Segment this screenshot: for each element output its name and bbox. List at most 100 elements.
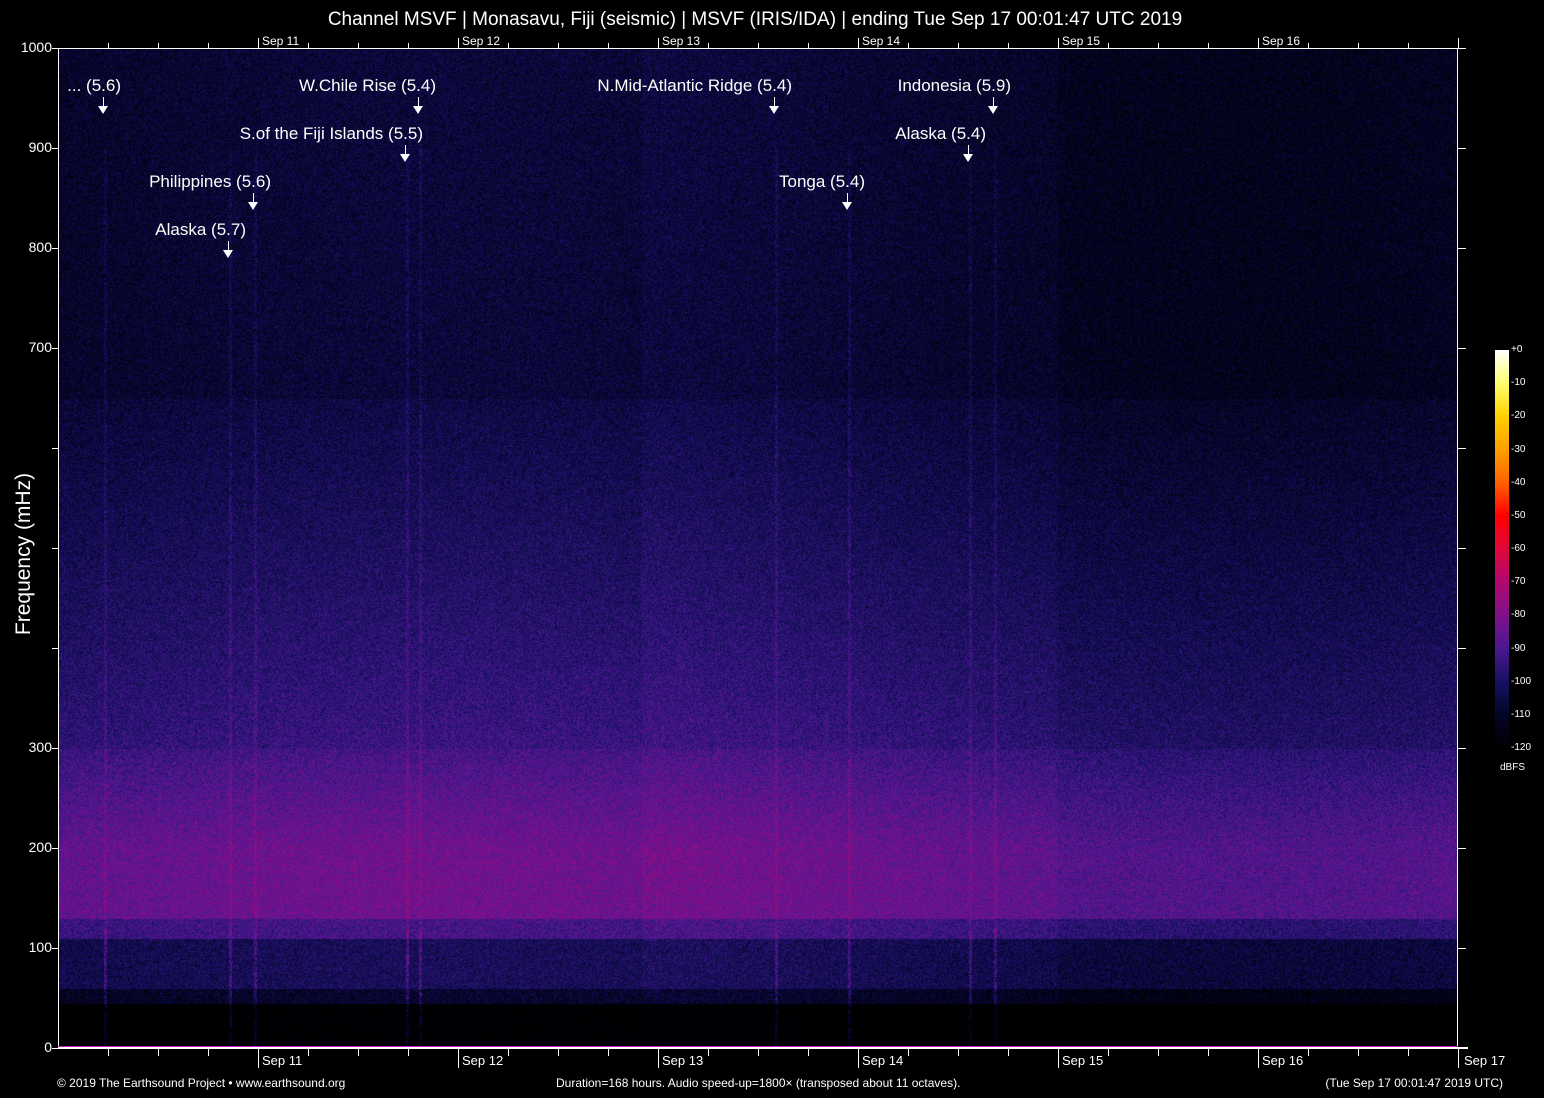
y-tick-left — [52, 748, 58, 749]
day-label-top: Sep 12 — [462, 34, 500, 48]
colorbar-tick-label: -100 — [1511, 676, 1531, 687]
y-tick-right — [1458, 548, 1466, 549]
x-axis-line — [58, 1047, 1468, 1049]
x-tick-top — [1358, 43, 1359, 48]
colorbar-tick-label: -120 — [1511, 742, 1531, 753]
event-label: S.of the Fiji Islands (5.5) — [240, 124, 423, 144]
y-tick-right — [1458, 248, 1466, 249]
y-tick-label: 200 — [8, 839, 52, 855]
x-tick-bottom — [1058, 1048, 1059, 1068]
x-tick-top — [1108, 43, 1109, 48]
y-tick-label: 700 — [8, 339, 52, 355]
y-tick-right — [1458, 648, 1466, 649]
x-tick-top — [258, 38, 259, 48]
event-label: W.Chile Rise (5.4) — [299, 76, 436, 96]
x-tick-bottom — [858, 1048, 859, 1068]
colorbar-tick-label: -20 — [1511, 410, 1525, 421]
x-tick-bottom — [1158, 1048, 1159, 1056]
duration-info: Duration=168 hours. Audio speed-up=1800×… — [556, 1076, 960, 1090]
x-tick-top — [1458, 38, 1459, 48]
x-tick-top — [1408, 43, 1409, 48]
colorbar-tick-label: -70 — [1511, 576, 1525, 587]
x-tick-bottom — [658, 1048, 659, 1068]
event-label: Alaska (5.4) — [895, 124, 986, 144]
x-tick-bottom — [358, 1048, 359, 1056]
event-arrow-icon — [223, 250, 233, 258]
chart-title: Channel MSVF | Monasavu, Fiji (seismic) … — [0, 9, 1510, 31]
colorbar-tick-label: -60 — [1511, 543, 1525, 554]
y-tick-label: 1000 — [8, 39, 52, 55]
day-label-bottom: Sep 11 — [262, 1053, 302, 1068]
x-tick-bottom — [1458, 1048, 1459, 1068]
event-label: Indonesia (5.9) — [898, 76, 1011, 96]
colorbar-tick-label: -110 — [1511, 709, 1530, 720]
x-tick-bottom — [808, 1048, 809, 1056]
y-tick-right — [1458, 848, 1466, 849]
event-arrow-icon — [413, 106, 423, 114]
x-tick-bottom — [308, 1048, 309, 1056]
colorbar — [1495, 350, 1509, 748]
colorbar-tick-label: -90 — [1511, 643, 1525, 654]
day-label-end: Sep 17 — [1464, 1053, 1505, 1068]
x-tick-top — [358, 43, 359, 48]
y-tick-label: 800 — [8, 239, 52, 255]
x-tick-top — [958, 43, 959, 48]
y-tick-right — [1458, 348, 1466, 349]
y-tick-right — [1458, 948, 1466, 949]
y-tick-right — [1458, 1048, 1466, 1049]
x-tick-bottom — [908, 1048, 909, 1056]
x-tick-top — [758, 43, 759, 48]
y-tick-left — [52, 248, 58, 249]
event-arrow-icon — [248, 202, 258, 210]
colorbar-unit: dBFS — [1500, 762, 1525, 773]
day-label-bottom: Sep 14 — [862, 1053, 903, 1068]
x-tick-top — [108, 43, 109, 48]
x-tick-top — [708, 43, 709, 48]
x-tick-bottom — [1408, 1048, 1409, 1056]
x-tick-bottom — [408, 1048, 409, 1056]
event-label: Alaska (5.7) — [155, 220, 246, 240]
event-arrow-icon — [988, 106, 998, 114]
y-tick-label: 300 — [8, 739, 52, 755]
y-tick-label: 100 — [8, 939, 52, 955]
copyright: © 2019 The Earthsound Project • www.eart… — [57, 1076, 345, 1090]
event-arrow-icon — [400, 154, 410, 162]
event-arrow-icon — [842, 202, 852, 210]
x-tick-top — [858, 38, 859, 48]
x-tick-top — [608, 43, 609, 48]
event-label: N.Mid-Atlantic Ridge (5.4) — [597, 76, 792, 96]
y-tick-left — [52, 1048, 58, 1049]
x-tick-bottom — [508, 1048, 509, 1056]
y-tick-label: 0 — [8, 1039, 52, 1055]
x-tick-bottom — [208, 1048, 209, 1056]
event-label: Tonga (5.4) — [779, 172, 865, 192]
colorbar-tick-label: -80 — [1511, 609, 1525, 620]
colorbar-tick-label: -50 — [1511, 510, 1525, 521]
x-tick-top — [1208, 43, 1209, 48]
day-label-bottom: Sep 16 — [1262, 1053, 1303, 1068]
end-timestamp: (Tue Sep 17 00:01:47 2019 UTC) — [1325, 1076, 1503, 1090]
x-tick-top — [1158, 43, 1159, 48]
event-label: Philippines (5.6) — [149, 172, 271, 192]
event-arrow-icon — [963, 154, 973, 162]
colorbar-tick-label: +0 — [1511, 344, 1522, 355]
y-tick-right — [1458, 748, 1466, 749]
y-tick-right — [1458, 448, 1466, 449]
day-label-top: Sep 16 — [1262, 34, 1300, 48]
day-label-top: Sep 15 — [1062, 34, 1100, 48]
x-tick-bottom — [1208, 1048, 1209, 1056]
y-tick-left — [52, 48, 58, 49]
x-tick-bottom — [1008, 1048, 1009, 1056]
x-tick-bottom — [108, 1048, 109, 1056]
y-tick-left — [52, 548, 58, 549]
day-label-top: Sep 13 — [662, 34, 700, 48]
x-tick-bottom — [158, 1048, 159, 1056]
y-tick-right — [1458, 148, 1466, 149]
x-tick-top — [908, 43, 909, 48]
x-tick-bottom — [558, 1048, 559, 1056]
x-tick-top — [508, 43, 509, 48]
y-tick-left — [52, 948, 58, 949]
event-arrow-icon — [769, 106, 779, 114]
day-label-bottom: Sep 13 — [662, 1053, 703, 1068]
event-arrow-icon — [98, 106, 108, 114]
